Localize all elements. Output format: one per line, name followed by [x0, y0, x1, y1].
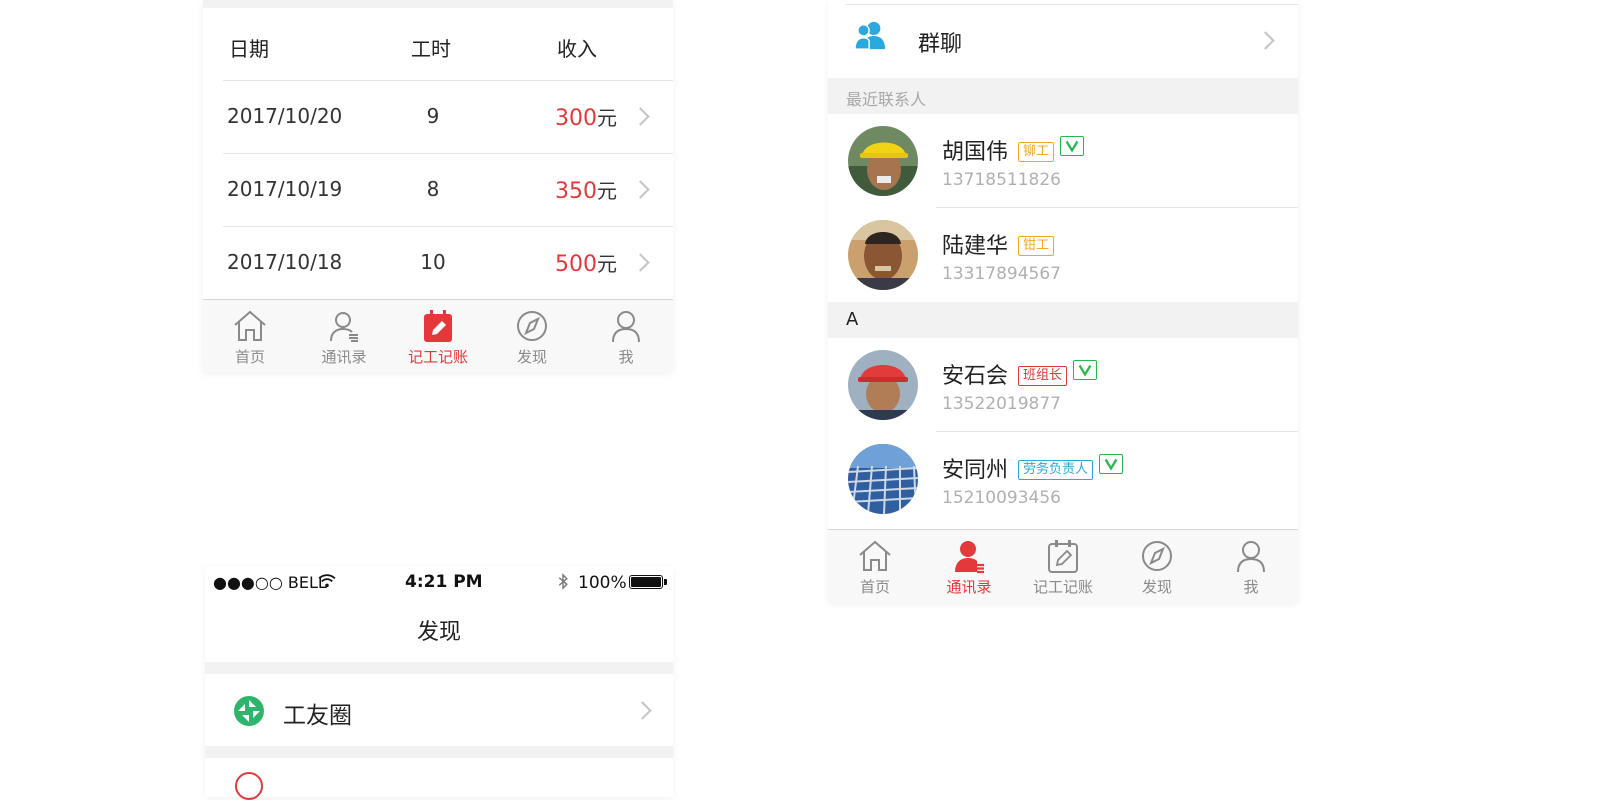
tab-label: 我 [1243, 578, 1259, 596]
nav-header: ●●●○○ BELL 4:21 PM 100% 发现 [205, 566, 673, 662]
compass-icon [517, 311, 547, 341]
avatar [848, 350, 918, 420]
tab-label: 发现 [1141, 578, 1172, 596]
bottom-tab-bar: 首页 通讯录 记工记账 发现 我 [203, 299, 673, 372]
row-amount: 500元 [555, 252, 617, 277]
contact-row[interactable]: 安石会 班组长 13522019877 [828, 338, 1298, 432]
profile-icon [612, 311, 640, 343]
verified-icon [1099, 454, 1124, 474]
verified-icon [1073, 360, 1098, 380]
compass-icon [1142, 541, 1172, 571]
tab-me[interactable]: 我 [1204, 530, 1298, 602]
tab-home[interactable]: 首页 [203, 300, 297, 372]
avatar [848, 220, 918, 290]
tab-worklog[interactable]: 记工记账 [391, 300, 485, 372]
role-badge: 劳务负责人 [1018, 460, 1094, 480]
group-chat-row[interactable]: 群聊 [828, 0, 1298, 78]
tab-discover[interactable]: 发现 [485, 300, 579, 372]
tab-label: 首页 [859, 578, 890, 596]
recent-contacts-header: 最近联系人 [828, 78, 1298, 114]
role-badge: 铆工 [1018, 142, 1055, 162]
bottom-tab-bar: 首页 通讯录 记工记账 发现 我 [828, 529, 1298, 602]
contact-phone: 15210093456 [942, 488, 1061, 508]
tab-me[interactable]: 我 [579, 300, 673, 372]
hours-column-header: 工时 [411, 37, 451, 61]
page-title: 发现 [416, 620, 461, 645]
tab-label: 记工记账 [1032, 578, 1093, 596]
row-amount: 350元 [555, 179, 617, 204]
list-item[interactable] [205, 758, 673, 800]
list-item[interactable]: 工友圈 [205, 674, 673, 746]
table-row[interactable]: 2017/10/18 10 500元 [203, 226, 673, 299]
row-amount: 300元 [555, 106, 617, 131]
chevron-right-icon [633, 701, 652, 720]
verified-icon [1060, 136, 1085, 156]
tab-label: 通讯录 [946, 578, 992, 596]
tab-discover[interactable]: 发现 [1110, 530, 1204, 602]
tab-label: 通讯录 [321, 348, 367, 366]
tab-contacts[interactable]: 通讯录 [922, 530, 1016, 602]
contact-row[interactable]: 陆建华 钳工 13317894567 [828, 208, 1298, 302]
home-icon [234, 310, 266, 341]
worklog-icon [1048, 540, 1078, 573]
table-row[interactable]: 2017/10/20 9 300元 [203, 80, 673, 153]
contacts-icon [330, 312, 358, 342]
contact-phone: 13317894567 [942, 264, 1061, 284]
list-item-label: 工友圈 [283, 703, 352, 729]
work-log-header: 日期 工时 收入 [203, 8, 673, 80]
contact-row[interactable]: 安同州 劳务负责人 15210093456 [828, 432, 1298, 526]
table-row[interactable]: 2017/10/19 8 350元 [203, 153, 673, 226]
contact-phone: 13522019877 [942, 394, 1061, 414]
bluetooth-icon [558, 573, 568, 590]
status-battery-percent: 100% [578, 573, 627, 593]
profile-icon [1237, 541, 1265, 573]
item-icon-partial [235, 772, 263, 800]
tab-worklog[interactable]: 记工记账 [1016, 530, 1110, 602]
tab-contacts[interactable]: 通讯录 [297, 300, 391, 372]
contacts-panel: 群聊 最近联系人 胡国伟 铆工 13718511826 陆建华 钳工 13317… [828, 0, 1298, 602]
index-header: A [828, 302, 1298, 338]
status-time: 4:21 PM [405, 572, 483, 592]
wifi-icon [318, 574, 336, 588]
role-badge: 钳工 [1018, 236, 1055, 256]
contact-name: 安同州 劳务负责人 [942, 452, 1124, 484]
moments-icon [234, 696, 264, 726]
group-icon [854, 21, 886, 50]
contact-name: 胡国伟 铆工 [942, 134, 1085, 166]
work-log-panel: 日期 工时 收入 2017/10/20 9 300元 2017/10/19 8 … [203, 0, 673, 372]
tab-label: 我 [618, 348, 634, 366]
battery-icon [629, 575, 663, 589]
tab-label: 发现 [516, 348, 547, 366]
date-column-header: 日期 [229, 37, 269, 61]
worklog-icon [424, 310, 452, 342]
contact-phone: 13718511826 [942, 170, 1061, 190]
contact-name: 陆建华 钳工 [942, 228, 1055, 260]
chevron-right-icon [1256, 31, 1275, 50]
group-chat-label: 群聊 [918, 32, 963, 57]
tab-label: 记工记账 [407, 348, 468, 366]
avatar [848, 126, 918, 196]
home-icon [859, 540, 891, 571]
status-carrier: ●●●○○ BELL [213, 573, 327, 592]
tab-label: 首页 [234, 348, 265, 366]
contact-row[interactable]: 胡国伟 铆工 13718511826 [828, 114, 1298, 208]
panel-top-strip [203, 0, 673, 8]
contact-name: 安石会 班组长 [942, 358, 1098, 390]
discover-panel: ●●●○○ BELL 4:21 PM 100% 发现 工友圈 [205, 566, 673, 800]
avatar [848, 444, 918, 514]
income-column-header: 收入 [557, 37, 597, 61]
contacts-icon [955, 541, 984, 574]
tab-home[interactable]: 首页 [828, 530, 922, 602]
role-badge: 班组长 [1018, 366, 1068, 386]
